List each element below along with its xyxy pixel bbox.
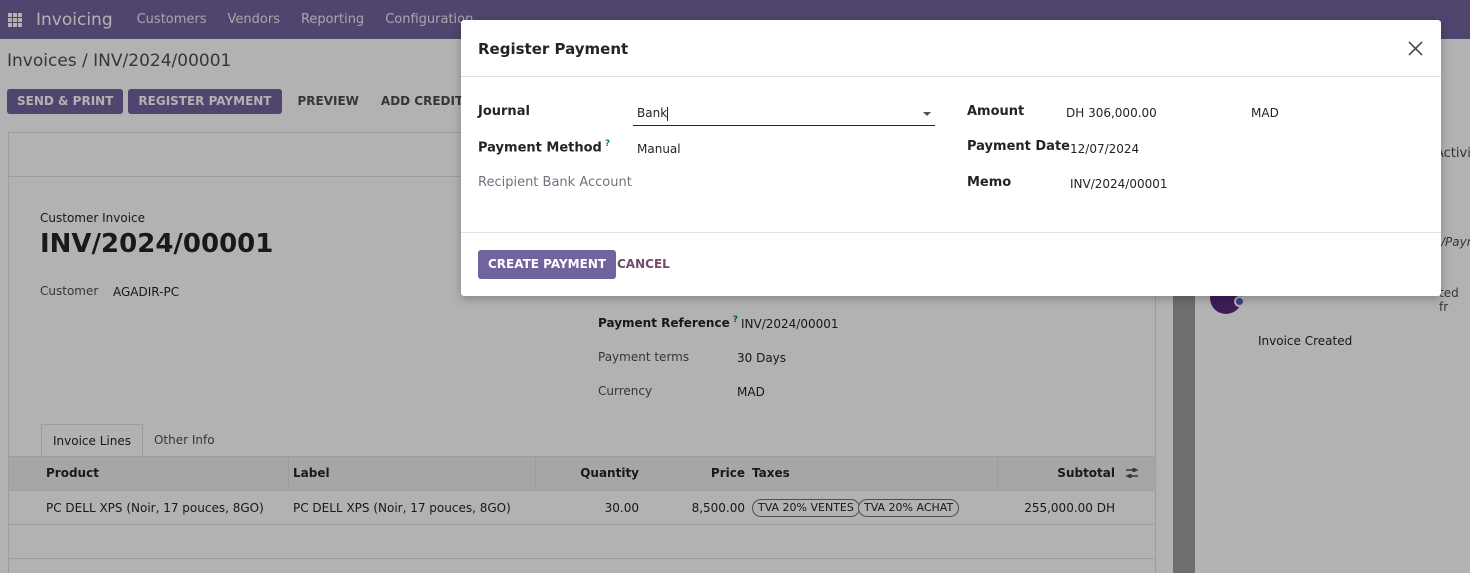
payment-method-value[interactable]: Manual <box>637 142 681 156</box>
recipient-bank-label: Recipient Bank Account <box>478 175 632 190</box>
modal-title: Register Payment <box>478 40 629 58</box>
payment-date-value[interactable]: 12/07/2024 <box>1070 142 1139 156</box>
close-icon[interactable] <box>1407 40 1424 57</box>
memo-label: Memo <box>967 175 1012 190</box>
payment-method-label: Payment Method? <box>478 139 611 156</box>
register-payment-dialog: Register Payment Journal Bank Payment Me… <box>461 20 1441 296</box>
modal-header: Register Payment <box>461 20 1441 77</box>
modal-footer: CREATE PAYMENT CANCEL <box>461 232 1441 296</box>
chevron-down-icon[interactable] <box>923 112 931 116</box>
memo-value[interactable]: INV/2024/00001 <box>1070 177 1168 191</box>
journal-value: Bank <box>637 106 668 120</box>
journal-label: Journal <box>478 104 530 119</box>
amount-value[interactable]: DH 306,000.00 <box>1066 106 1157 120</box>
text-cursor <box>667 106 669 121</box>
create-payment-button[interactable]: CREATE PAYMENT <box>478 250 617 279</box>
payment-date-label: Payment Date <box>967 139 1070 154</box>
amount-label: Amount <box>967 104 1025 119</box>
amount-currency[interactable]: MAD <box>1251 106 1279 120</box>
journal-select[interactable]: Bank <box>633 104 935 126</box>
cancel-button[interactable]: CANCEL <box>617 250 670 279</box>
